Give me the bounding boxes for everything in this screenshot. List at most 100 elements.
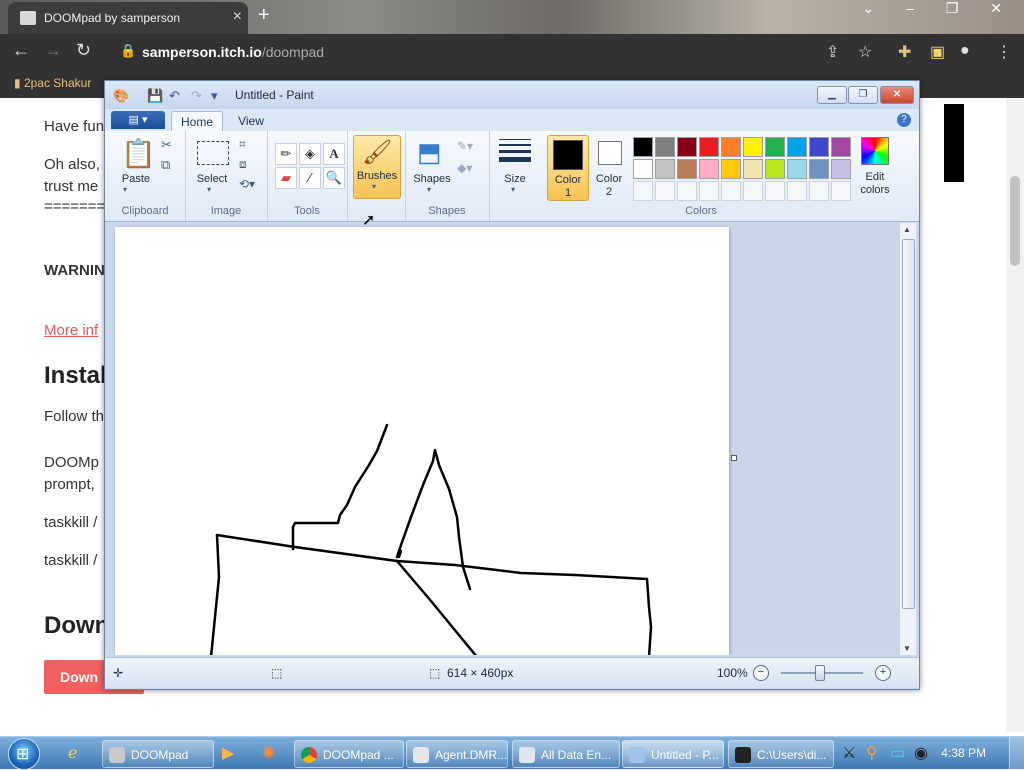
taskbar-item[interactable]: Agent.DMR...	[406, 740, 508, 768]
palette-swatch[interactable]	[809, 159, 829, 179]
select-icon[interactable]	[197, 141, 229, 165]
palette-swatch[interactable]	[765, 137, 785, 157]
new-tab-button[interactable]: +	[258, 4, 270, 27]
custom-color-slot[interactable]	[633, 181, 653, 201]
color1-button[interactable]: Color 1	[547, 135, 589, 201]
eraser-icon[interactable]: ▰	[275, 167, 297, 189]
tab-home[interactable]: Home	[171, 111, 223, 132]
color2-button[interactable]: Color 2	[589, 135, 629, 199]
maximize-button[interactable]: ❐	[848, 86, 878, 104]
custom-color-slot[interactable]	[677, 181, 697, 201]
reload-icon[interactable]: ↻	[76, 40, 91, 61]
more-info-link[interactable]: More inf	[44, 322, 98, 339]
start-button[interactable]: ⊞	[8, 738, 40, 770]
palette-swatch[interactable]	[787, 137, 807, 157]
brushes-button[interactable]: 🖌 Brushes ▾	[353, 135, 401, 199]
menu-dots-icon[interactable]: ⋮	[996, 42, 1012, 62]
back-arrow-icon[interactable]: ←	[12, 40, 30, 61]
text-icon[interactable]: A	[323, 143, 345, 165]
crop-icon[interactable]: ⌗	[239, 137, 246, 152]
palette-swatch[interactable]	[655, 137, 675, 157]
palette-swatch[interactable]	[743, 137, 763, 157]
tab-close-icon[interactable]: ×	[233, 8, 242, 26]
tray-record-icon[interactable]: ◉	[914, 743, 928, 763]
profile-avatar-icon[interactable]: ●	[960, 42, 970, 60]
color-picker-icon[interactable]: ⁄	[299, 167, 321, 189]
ie-icon[interactable]: ℯ	[68, 743, 77, 763]
pencil-icon[interactable]: ✏	[275, 143, 297, 165]
copy-icon[interactable]: ⧉	[161, 157, 170, 173]
size-dropdown-icon[interactable]: ▾	[511, 185, 515, 194]
shapes-icon[interactable]: ⬒	[417, 137, 442, 168]
edit-colors-button[interactable]: Edit colors	[855, 135, 895, 199]
share-icon[interactable]: ⇪	[826, 42, 839, 62]
custom-color-slot[interactable]	[765, 181, 785, 201]
undo-icon[interactable]: ↶	[169, 88, 180, 104]
bookmark-star-icon[interactable]: ☆	[858, 42, 872, 62]
magnifier-icon[interactable]: 🔍	[323, 167, 345, 189]
tray-icon[interactable]: ⚔	[842, 743, 856, 763]
paste-button[interactable]: Paste	[111, 173, 161, 185]
palette-swatch[interactable]	[721, 137, 741, 157]
palette-swatch[interactable]	[765, 159, 785, 179]
zoom-out-icon[interactable]: −	[753, 665, 769, 681]
fill-shape-icon[interactable]: ◆▾	[457, 161, 472, 175]
fill-icon[interactable]: ◈	[299, 143, 321, 165]
rotate-icon[interactable]: ⟲▾	[239, 177, 255, 191]
paste-icon[interactable]: 📋	[121, 137, 156, 170]
paint-title-bar[interactable]: 🎨 💾 ↶ ↷ ▾ Untitled - Paint ▁ ❐ ✕	[105, 81, 919, 109]
palette-swatch[interactable]	[787, 159, 807, 179]
custom-color-slot[interactable]	[831, 181, 851, 201]
outline-icon[interactable]: ✎▾	[457, 139, 473, 153]
palette-swatch[interactable]	[699, 159, 719, 179]
browser-tab[interactable]: DOOMpad by samperson ×	[8, 2, 248, 34]
custom-color-slot[interactable]	[699, 181, 719, 201]
custom-color-slot[interactable]	[655, 181, 675, 201]
redo-icon[interactable]: ↷	[191, 88, 202, 104]
tray-screen-icon[interactable]: ▭	[890, 743, 905, 763]
taskbar-item-paint[interactable]: Untitled - P...	[622, 740, 724, 768]
save-icon[interactable]: 💾	[147, 88, 163, 104]
close-button[interactable]: ✕	[880, 86, 914, 104]
canvas-resize-handle[interactable]	[731, 455, 737, 461]
size-button[interactable]: Size	[491, 173, 539, 185]
zoom-slider-thumb[interactable]	[815, 665, 825, 681]
paint-menu-button[interactable]: ▤ ▾	[111, 111, 165, 129]
taskbar-item[interactable]: DOOMpad ...	[294, 740, 404, 768]
resize-icon[interactable]: ⧈	[239, 157, 247, 172]
palette-swatch[interactable]	[677, 137, 697, 157]
minimize-button[interactable]: ▁	[817, 86, 847, 104]
palette-swatch[interactable]	[831, 159, 851, 179]
drawing-canvas[interactable]	[115, 227, 729, 655]
custom-color-slot[interactable]	[809, 181, 829, 201]
taskbar-clock[interactable]: 4:38 PM	[941, 746, 986, 760]
paste-dropdown-icon[interactable]: ▾	[123, 185, 127, 194]
scroll-down-icon[interactable]: ▼	[903, 644, 911, 653]
media-icon[interactable]: ▶	[222, 743, 234, 763]
zoom-in-icon[interactable]: +	[875, 665, 891, 681]
chrome-alt-icon[interactable]: ✺	[262, 743, 275, 763]
browser-window-controls[interactable]: ⌄ – ❐ ✕	[863, 0, 1016, 17]
page-scroll-thumb[interactable]	[1010, 176, 1020, 266]
palette-swatch[interactable]	[633, 159, 653, 179]
shapes-button[interactable]: Shapes	[409, 173, 455, 185]
palette-swatch[interactable]	[809, 137, 829, 157]
show-desktop-button[interactable]	[1009, 737, 1024, 769]
select-button[interactable]: Select	[189, 173, 235, 185]
palette-swatch[interactable]	[721, 159, 741, 179]
cut-icon[interactable]: ✂	[161, 137, 172, 153]
taskbar-item[interactable]: DOOMpad	[102, 740, 214, 768]
customize-qat-icon[interactable]: ▾	[211, 88, 218, 104]
size-icon[interactable]	[499, 139, 531, 162]
extensions-icon[interactable]: ✚	[898, 42, 911, 62]
address-bar[interactable]: 🔒 samperson.itch.io/doompad	[108, 38, 888, 66]
forward-arrow-icon[interactable]: →	[44, 40, 62, 61]
canvas-scrollbar[interactable]: ▲ ▼	[899, 223, 916, 655]
custom-color-slot[interactable]	[787, 181, 807, 201]
palette-swatch[interactable]	[699, 137, 719, 157]
palette-swatch[interactable]	[633, 137, 653, 157]
help-icon[interactable]: ?	[897, 113, 911, 127]
palette-swatch[interactable]	[831, 137, 851, 157]
palette-swatch[interactable]	[743, 159, 763, 179]
taskbar-item[interactable]: C:\Users\di...	[728, 740, 834, 768]
